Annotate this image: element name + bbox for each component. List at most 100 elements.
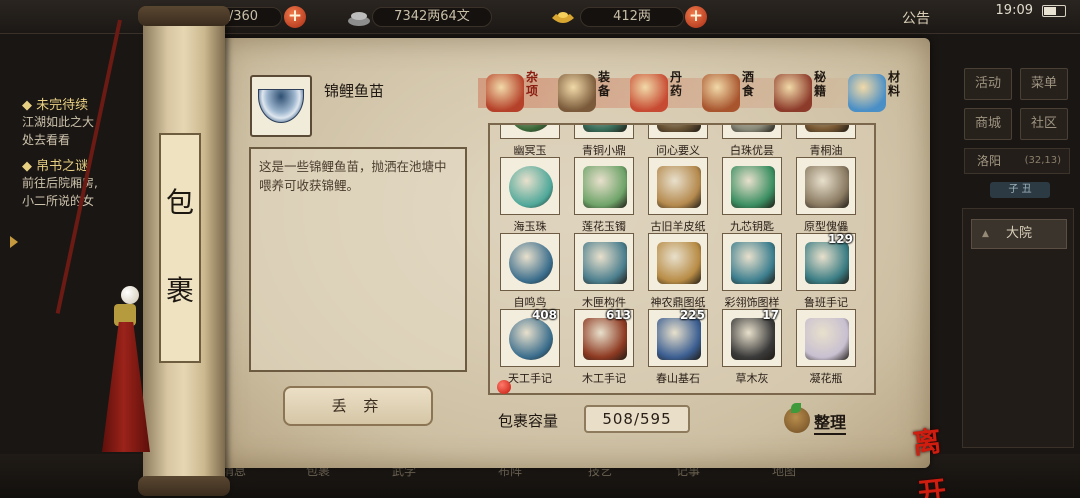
- item-icon: [583, 166, 627, 208]
- tab-label: 杂项: [526, 70, 539, 98]
- silver-display: 7342两64文: [372, 7, 492, 27]
- item-icon: [583, 242, 627, 284]
- tab-category-icon: [848, 74, 886, 112]
- inventory-slot[interactable]: 青铜小鼎: [574, 125, 636, 158]
- slot-frame: 408: [500, 308, 560, 367]
- item-icon: [583, 125, 627, 132]
- battery-icon: [1042, 5, 1066, 17]
- inventory-slot[interactable]: 古旧羊皮纸: [648, 157, 710, 234]
- tab-label: 装备: [598, 70, 611, 98]
- item-name: 莲花玉镯: [582, 220, 626, 233]
- location-button[interactable]: 大院: [971, 219, 1067, 249]
- slot-frame: [796, 309, 856, 367]
- item-icon: [657, 125, 701, 132]
- city-indicator: 洛阳 (32,13): [964, 148, 1070, 174]
- slot-frame: [574, 157, 634, 215]
- shop-button[interactable]: 商城: [964, 108, 1012, 140]
- slot-frame: [796, 157, 856, 215]
- expand-arrow-icon[interactable]: [10, 236, 18, 248]
- item-count: 17: [762, 308, 779, 322]
- tab-category-icon: [486, 74, 524, 112]
- capacity-label: 包裹容量: [498, 412, 559, 430]
- add-gold-button[interactable]: +: [685, 6, 707, 28]
- tab-label: 秘籍: [814, 70, 827, 98]
- sort-button[interactable]: 整理: [784, 403, 864, 437]
- activity-button[interactable]: 活动: [964, 68, 1012, 100]
- add-stamina-button[interactable]: +: [284, 6, 306, 28]
- inventory-slot[interactable]: 凝花瓶: [796, 309, 858, 386]
- community-button[interactable]: 社区: [1020, 108, 1068, 140]
- item-name: 问心要义: [656, 144, 700, 157]
- clock: 19:09: [995, 3, 1033, 18]
- item-name: 白珠优昙: [730, 144, 774, 157]
- tab-label: 酒食: [742, 70, 755, 98]
- slot-frame: [648, 233, 708, 291]
- slot-frame: 17: [722, 308, 782, 367]
- inventory-slot[interactable]: 225 春山基石: [648, 308, 710, 386]
- item-grid[interactable]: 幽冥玉 青铜小鼎 问心要义 白珠优昙 青桐油海玉珠 莲花玉镯 古旧羊皮纸 九芯钥匙 原型傀儡自鸣…: [488, 123, 876, 395]
- gold-ingot-icon: [552, 12, 574, 23]
- inventory-slot[interactable]: 白珠优昙: [722, 125, 784, 158]
- inventory-slot[interactable]: 自鸣鸟: [500, 233, 562, 310]
- city-coords: (32,13): [1024, 155, 1061, 166]
- rod-cap-bottom: [138, 476, 230, 496]
- slot-frame: 129: [796, 232, 856, 291]
- inventory-slot[interactable]: 幽冥玉: [500, 125, 562, 158]
- item-name: 海玉珠: [513, 220, 547, 233]
- scroll-title: 包 裹: [159, 133, 201, 363]
- item-icon: [657, 318, 701, 360]
- inventory-slot[interactable]: 原型傀儡: [796, 157, 858, 234]
- tab-4[interactable]: 秘籍: [772, 68, 842, 114]
- tab-3[interactable]: 酒食: [700, 68, 770, 114]
- inventory-slot[interactable]: 问心要义: [648, 125, 710, 158]
- tab-label: 丹药: [670, 70, 683, 98]
- quest-text: 前往后院厢房,: [22, 176, 98, 190]
- inventory-slot[interactable]: 神农鼎图纸: [648, 233, 710, 310]
- item-description: 这是一些锦鲤鱼苗，抛洒在池塘中喂养可收获锦鲤。: [259, 159, 447, 193]
- coin-pile-icon: [348, 12, 370, 26]
- item-icon: [805, 242, 849, 284]
- item-icon: [657, 242, 701, 284]
- item-name: 凝花瓶: [809, 372, 843, 385]
- inventory-slot[interactable]: 青桐油: [796, 125, 858, 158]
- slot-frame: [722, 157, 782, 215]
- item-icon: [657, 166, 701, 208]
- tab-2[interactable]: 丹药: [628, 68, 698, 114]
- slot-frame: [500, 233, 560, 291]
- inventory-slot[interactable]: 17 草木灰: [722, 308, 784, 386]
- inventory-slot[interactable]: 129 鲁班手记: [796, 232, 858, 310]
- inventory-slot[interactable]: 海玉珠: [500, 157, 562, 234]
- item-icon: [805, 125, 849, 132]
- menu-button[interactable]: 菜单: [1020, 68, 1068, 100]
- item-icon: [509, 125, 553, 132]
- slot-frame: [500, 125, 560, 139]
- inventory-slot[interactable]: 九芯钥匙: [722, 157, 784, 234]
- discard-button[interactable]: 丢 弃: [283, 386, 433, 426]
- inventory-slot[interactable]: 木匣构件: [574, 233, 636, 310]
- inventory-slot[interactable]: 613 木工手记: [574, 308, 636, 386]
- item-icon: [731, 125, 775, 132]
- tab-category-icon: [774, 74, 812, 112]
- item-name: 古旧羊皮纸: [650, 220, 706, 233]
- tassel-bead: [121, 286, 139, 304]
- inventory-slot[interactable]: 408 天工手记: [500, 308, 562, 386]
- item-icon: [509, 166, 553, 208]
- tab-category-icon: [630, 74, 668, 112]
- slot-frame: [574, 125, 634, 139]
- item-description-box: 这是一些锦鲤鱼苗，抛洒在池塘中喂养可收获锦鲤。: [249, 147, 467, 372]
- item-icon: [805, 318, 849, 360]
- notice-button[interactable]: 公告: [902, 8, 930, 28]
- inventory-slot[interactable]: 莲花玉镯: [574, 157, 636, 234]
- leave-button[interactable]: 离开: [900, 416, 955, 498]
- tab-0[interactable]: 杂项: [484, 68, 554, 114]
- item-icon: [509, 318, 553, 360]
- inventory-slot[interactable]: 彩翎饰图样: [722, 233, 784, 310]
- tab-label: 材料: [888, 70, 901, 98]
- city-name: 洛阳: [977, 154, 1002, 168]
- item-count: 408: [531, 308, 557, 322]
- tab-1[interactable]: 装备: [556, 68, 626, 114]
- quest-tracker[interactable]: ◆ 未完待续 江湖如此之大 处去看看 ◆ 帛书之谜 前往后院厢房, 小二所说的女: [22, 88, 162, 248]
- tab-5[interactable]: 材料: [846, 68, 916, 114]
- item-name: 木工手记: [582, 372, 626, 385]
- quest-title: ◆ 未完待续: [22, 98, 89, 113]
